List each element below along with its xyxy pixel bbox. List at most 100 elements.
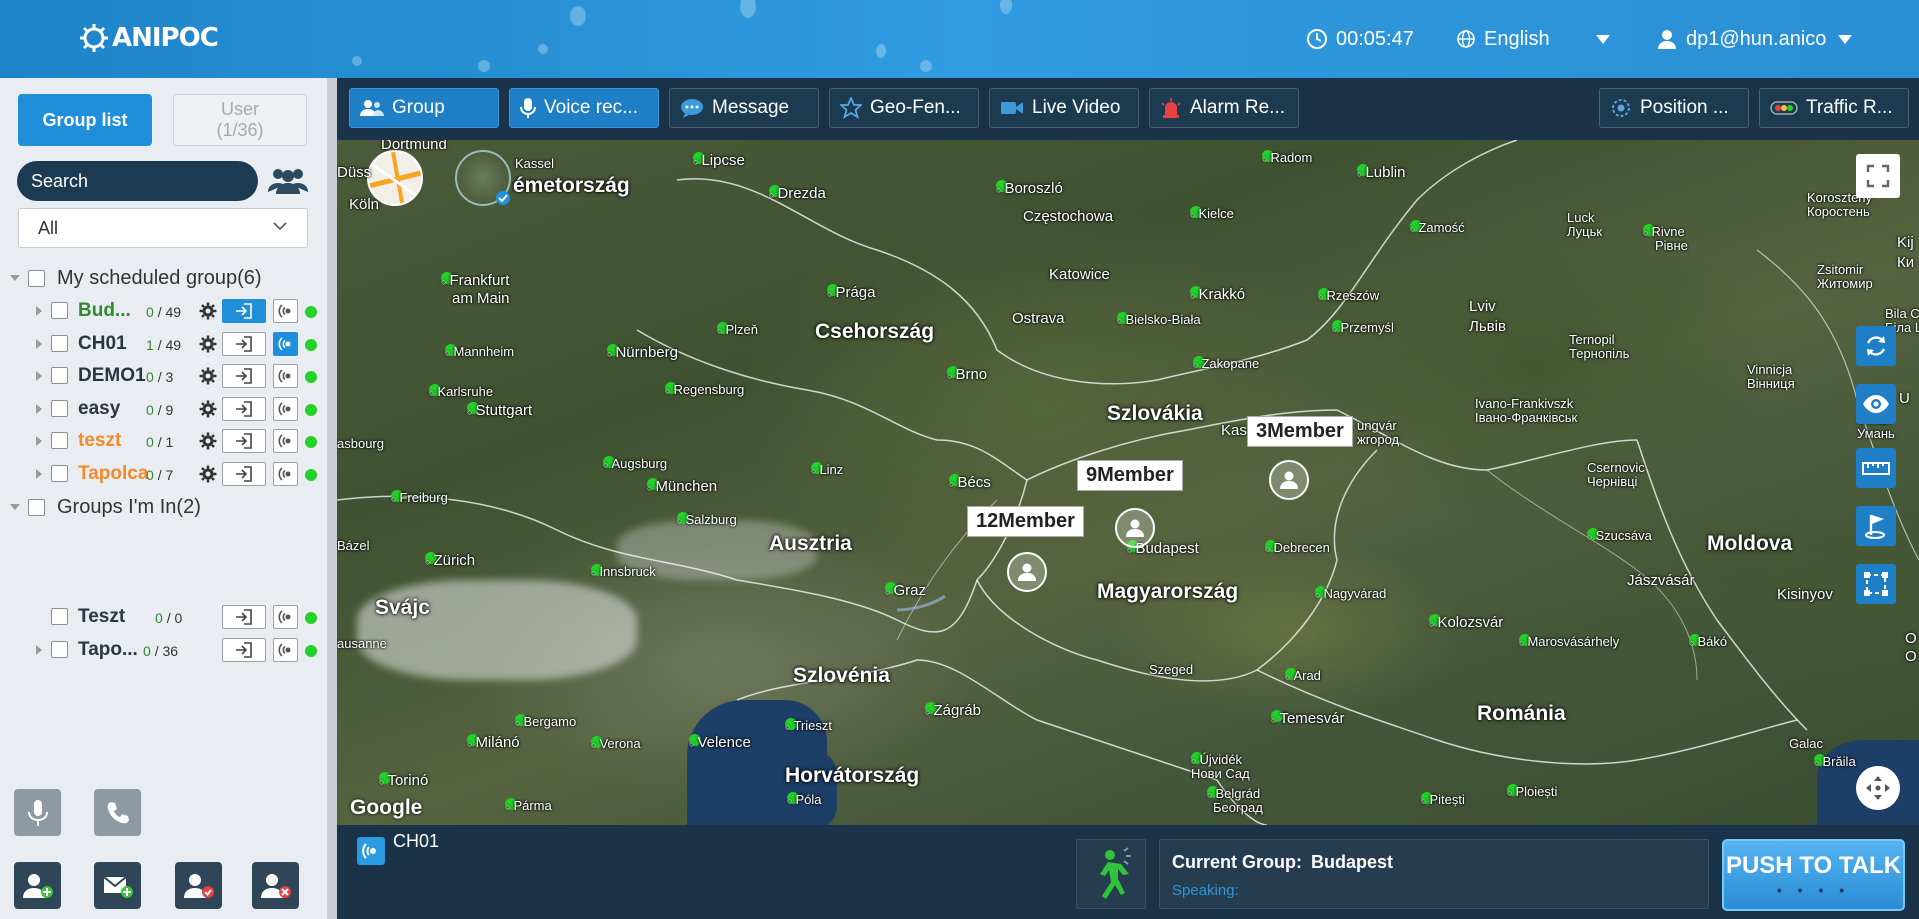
area-select-button[interactable]	[1856, 564, 1896, 604]
expand-icon[interactable]	[36, 371, 42, 381]
group-row[interactable]: Teszt 0 / 0	[0, 602, 327, 632]
recenter-button[interactable]	[1856, 766, 1900, 810]
tab-traffic[interactable]: Traffic R...	[1759, 88, 1909, 128]
flag-marker-button[interactable]	[1856, 506, 1896, 546]
enter-group-button[interactable]	[222, 637, 266, 662]
enter-group-button[interactable]	[222, 331, 266, 356]
language-dropdown-caret[interactable]	[1596, 24, 1610, 54]
add-user-icon	[22, 873, 53, 898]
visibility-button[interactable]	[1856, 384, 1896, 424]
fullscreen-icon	[1866, 164, 1890, 188]
group-call-button[interactable]	[273, 299, 298, 323]
member-count-label[interactable]: 9Member	[1077, 460, 1183, 491]
expand-icon[interactable]	[36, 644, 42, 655]
tab-user-label: User	[220, 99, 259, 119]
enter-group-button[interactable]	[222, 299, 266, 323]
sidebar-divider[interactable]	[327, 78, 337, 919]
tab-geofence[interactable]: Geo-Fen...	[829, 88, 979, 128]
expand-icon[interactable]	[36, 468, 42, 479]
add-user-button[interactable]	[14, 862, 61, 909]
member-count-label[interactable]: 12Member	[967, 506, 1084, 537]
user-menu[interactable]: dp1@hun.anico	[1656, 24, 1853, 54]
gear-icon[interactable]	[199, 367, 217, 385]
phone-button[interactable]	[94, 789, 141, 836]
current-group-panel: Current Group: Budapest Speaking:	[1159, 839, 1709, 909]
user-check-button[interactable]	[175, 862, 222, 909]
scheduled-groups-header[interactable]: My scheduled group(6)	[10, 264, 262, 292]
enter-group-button[interactable]	[222, 461, 266, 486]
group-checkbox[interactable]	[51, 367, 68, 384]
language-selector[interactable]: English	[1456, 24, 1550, 54]
measure-button[interactable]	[1856, 448, 1896, 488]
group-row[interactable]: teszt 0 / 1	[0, 426, 327, 456]
gear-icon[interactable]	[199, 335, 217, 353]
group-row[interactable]: Tapolca 0 / 7	[0, 459, 327, 489]
radio-wave-icon	[362, 843, 376, 859]
gear-icon[interactable]	[199, 302, 217, 320]
group-row[interactable]: DEMO1 0 / 3	[0, 361, 327, 391]
enter-group-button[interactable]	[222, 364, 266, 388]
tab-user[interactable]: User (1/36)	[173, 94, 307, 146]
fullscreen-button[interactable]	[1856, 154, 1900, 198]
group-call-button[interactable]	[273, 396, 298, 421]
tab-live-video[interactable]: Live Video	[989, 88, 1139, 128]
gear-icon[interactable]	[199, 432, 217, 450]
expand-icon[interactable]	[36, 338, 42, 349]
add-message-button[interactable]	[94, 862, 141, 909]
group-row[interactable]: CH01 1 / 49	[0, 329, 327, 359]
enter-group-button[interactable]	[222, 396, 266, 421]
gear-icon[interactable]	[199, 465, 217, 483]
group-checkbox[interactable]	[51, 640, 68, 658]
scheduled-checkbox[interactable]	[28, 269, 45, 287]
member-cluster-marker[interactable]	[1007, 552, 1047, 592]
group-call-button[interactable]	[273, 637, 298, 662]
groups-in-header[interactable]: Groups I'm In(2)	[10, 493, 201, 521]
map-city-label: Kielce	[1190, 206, 1234, 221]
member-cluster-marker[interactable]	[1269, 460, 1309, 500]
tab-group-list[interactable]: Group list	[18, 94, 152, 146]
group-call-button[interactable]	[273, 605, 298, 629]
tab-message[interactable]: Message	[669, 88, 819, 128]
tab-position[interactable]: Position ...	[1599, 88, 1749, 128]
group-name: Teszt	[78, 606, 126, 627]
tab-live-video-label: Live Video	[1032, 97, 1121, 118]
group-checkbox[interactable]	[51, 302, 68, 319]
expand-icon[interactable]	[36, 436, 42, 446]
refresh-button[interactable]	[1856, 326, 1896, 366]
enter-group-button[interactable]	[222, 429, 266, 453]
group-row[interactable]: Tapo... 0 / 36	[0, 635, 327, 665]
enter-group-button[interactable]	[222, 605, 266, 629]
expand-icon[interactable]	[36, 306, 42, 316]
group-checkbox[interactable]	[51, 464, 68, 482]
tab-alarm[interactable]: Alarm Re...	[1149, 88, 1299, 128]
group-filter-select[interactable]: All	[18, 208, 308, 248]
group-call-button[interactable]	[273, 429, 298, 453]
group-row[interactable]: Bud... 0 / 49	[0, 296, 327, 326]
map-city-label: München	[647, 478, 717, 495]
search-input[interactable]: Search	[17, 161, 258, 201]
group-checkbox[interactable]	[51, 608, 68, 625]
members-icon[interactable]	[266, 164, 310, 198]
mic-button[interactable]	[14, 789, 61, 836]
group-row[interactable]: easy 0 / 9	[0, 394, 327, 424]
map-city-label: U	[1899, 390, 1910, 407]
tab-voice-record[interactable]: Voice rec...	[509, 88, 659, 128]
group-call-button[interactable]	[273, 461, 298, 486]
group-online-count: 1	[146, 336, 154, 353]
group-checkbox[interactable]	[51, 334, 68, 352]
groups-in-checkbox[interactable]	[28, 498, 45, 516]
push-to-talk-button[interactable]: PUSH TO TALK • • • •	[1722, 839, 1905, 911]
map-view[interactable]: Dortmund Düss Köln Kassel Lipcse Drezda Borosz…	[337, 140, 1919, 825]
gear-icon[interactable]	[199, 400, 217, 418]
group-call-button[interactable]	[273, 364, 298, 388]
scheduled-header-label: My scheduled group(6)	[57, 266, 262, 289]
group-checkbox[interactable]	[51, 399, 68, 417]
member-count-label[interactable]: 3Member	[1247, 416, 1353, 447]
member-cluster-marker[interactable]	[1115, 508, 1155, 548]
enter-group-icon	[236, 433, 252, 449]
user-remove-button[interactable]	[252, 862, 299, 909]
group-checkbox[interactable]	[51, 432, 68, 449]
tab-group[interactable]: Group	[349, 88, 499, 128]
group-call-button[interactable]	[273, 331, 298, 356]
expand-icon[interactable]	[36, 403, 42, 414]
